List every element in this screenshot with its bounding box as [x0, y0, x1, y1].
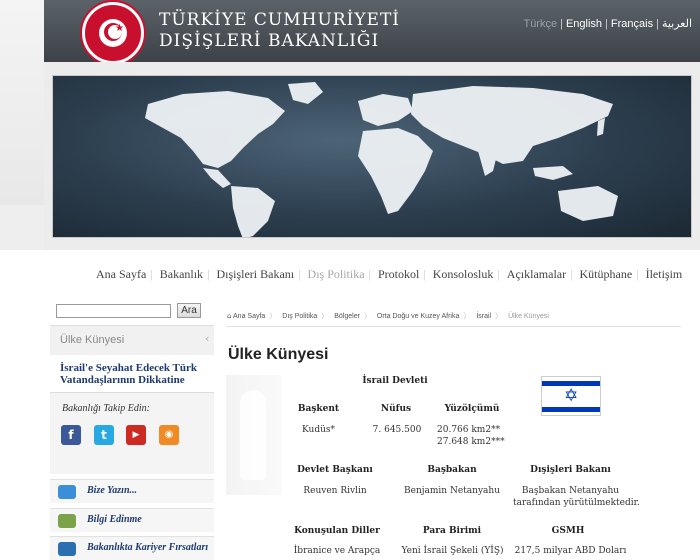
- main-nav: Ana Sayfa | Bakanlık | Dışişleri Bakanı | D…: [96, 267, 683, 282]
- contact-us-link[interactable]: Bize Yazın...: [50, 479, 214, 503]
- languages-label: Konuşulan Diller: [294, 526, 380, 536]
- facebook-icon[interactable]: f: [61, 425, 81, 445]
- population-label: Nüfus: [380, 404, 412, 414]
- area-value-1: 20.766 km2**: [437, 425, 501, 435]
- israel-flag-image: ✡: [541, 376, 601, 416]
- banner: [44, 62, 700, 250]
- nav-library[interactable]: Kütüphane: [580, 267, 633, 282]
- world-map-image: [52, 75, 692, 238]
- home-icon[interactable]: ⌂: [227, 312, 231, 320]
- breadcrumb-divider: [226, 326, 681, 327]
- ministry-seal-logo[interactable]: ★: [82, 2, 144, 64]
- nav-consular[interactable]: Konsolosluk: [433, 267, 494, 282]
- breadcrumb: ⌂ Ana Sayfa 〉 Dış Politika 〉 Bölgeler 〉 Ort…: [227, 312, 549, 320]
- lang-english[interactable]: English: [566, 18, 602, 30]
- area-value-2: 27.648 km2***: [437, 437, 505, 447]
- lang-turkish[interactable]: Türkçe: [523, 18, 557, 30]
- left-rail: [0, 0, 44, 250]
- nav-statements[interactable]: Açıklamalar: [507, 267, 566, 282]
- crumb-israel[interactable]: İsrail: [476, 313, 491, 320]
- crumb-middle-east[interactable]: Orta Doğu ve Kuzey Afrika: [377, 313, 459, 320]
- watermark-shape: [240, 390, 266, 480]
- prime-minister-value: Benjamin Netanyahu: [404, 486, 500, 496]
- gnp-label: GSMH: [551, 526, 585, 536]
- head-of-state-label: Devlet Başkanı: [297, 465, 373, 475]
- site-title-line2: DIŞİŞLERİ BAKANLIĞI: [159, 31, 380, 51]
- crumb-foreign-policy[interactable]: Dış Politika: [282, 313, 317, 320]
- page-title: Ülke Künyesi: [228, 346, 329, 363]
- lang-arabic[interactable]: العربية: [662, 18, 692, 30]
- foreign-minister-value: Başbakan Netanyahu: [521, 486, 620, 496]
- twitter-icon[interactable]: t: [94, 425, 114, 445]
- language-switcher: Türkçe | English | Français | العربية: [523, 18, 692, 30]
- speech-bubble-icon: [58, 485, 76, 499]
- nav-home[interactable]: Ana Sayfa: [96, 267, 146, 282]
- site-header: ★ TÜRKİYE CUMHURİYETİ DIŞİŞLERİ BAKANLIĞ…: [44, 0, 700, 64]
- population-value: 7. 645.500: [372, 425, 422, 435]
- youtube-icon[interactable]: ▶: [126, 425, 146, 445]
- site-title[interactable]: TÜRKİYE CUMHURİYETİ DIŞİŞLERİ BAKANLIĞI: [159, 10, 400, 52]
- nav-ministry[interactable]: Bakanlık: [160, 267, 203, 282]
- lang-french[interactable]: Français: [611, 18, 653, 30]
- career-label: Bakanlıkta Kariyer Fırsatları: [87, 542, 209, 553]
- languages-value: İbranice ve Arapça: [293, 546, 381, 556]
- currency-value: Yeni İsrail Şekeli (YİŞ): [401, 546, 504, 556]
- contact-us-label: Bize Yazın...: [87, 485, 138, 496]
- foreign-minister-label: Dışişleri Bakanı: [530, 465, 611, 475]
- information-request-link[interactable]: Bilgi Edinme: [50, 508, 214, 532]
- information-request-label: Bilgi Edinme: [87, 514, 142, 525]
- briefcase-icon: [58, 542, 76, 556]
- prime-minister-label: Başbakan: [427, 465, 477, 475]
- foreign-minister-note: tarafından yürütülmektedir.: [513, 498, 640, 508]
- follow-label: Bakanlığı Takip Edin:: [62, 403, 150, 414]
- nav-protocol[interactable]: Protokol: [378, 267, 419, 282]
- career-link[interactable]: Bakanlıkta Kariyer Fırsatları: [50, 536, 214, 560]
- chevron-left-icon: ‹: [205, 332, 210, 345]
- rss-icon[interactable]: ◉: [159, 425, 179, 445]
- nav-minister[interactable]: Dışişleri Bakanı: [216, 267, 294, 282]
- area-label: Yüzölçümü: [444, 404, 500, 414]
- search-input[interactable]: [56, 304, 171, 318]
- gnp-value: 217,5 milyar ABD Doları: [514, 546, 627, 556]
- currency-label: Para Birimi: [422, 526, 482, 536]
- head-of-state-value: Reuven Rivlin: [303, 486, 367, 496]
- search-button[interactable]: Ara: [177, 303, 201, 318]
- capital-label: Başkent: [297, 404, 340, 414]
- nav-contact[interactable]: İletişim: [646, 267, 683, 282]
- crumb-home[interactable]: Ana Sayfa: [233, 313, 265, 320]
- crumb-regions[interactable]: Bölgeler: [334, 313, 360, 320]
- country-profile-heading[interactable]: Ülke Künyesi: [60, 334, 124, 346]
- nav-foreign-policy[interactable]: Dış Politika: [308, 267, 365, 282]
- info-network-icon: [58, 514, 76, 528]
- country-name: İsrail Devleti: [362, 376, 428, 386]
- crumb-current: Ülke Künyesi: [508, 313, 549, 320]
- capital-value: Kudüs*: [302, 425, 335, 435]
- site-title-line1: TÜRKİYE CUMHURİYETİ: [159, 10, 401, 30]
- travel-advisory-link[interactable]: İsrail'e Seyahat Edecek Türk Vatandaşlar…: [60, 362, 200, 386]
